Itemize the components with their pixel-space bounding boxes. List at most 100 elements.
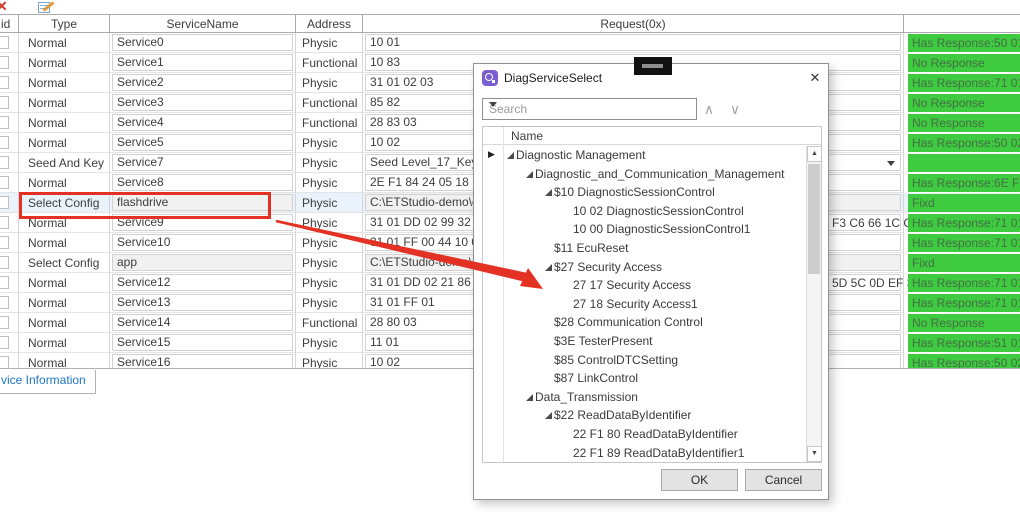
delete-icon[interactable]: ✕ [0, 0, 8, 15]
tree-item[interactable]: Data_Transmission [483, 388, 806, 407]
tree-item[interactable]: $27 Security Access [483, 258, 806, 277]
servicename-cell[interactable]: Service10 [110, 233, 296, 253]
id-box[interactable] [0, 296, 9, 309]
scroll-down-icon[interactable]: ▼ [807, 446, 822, 462]
id-cell[interactable] [0, 73, 19, 93]
id-cell[interactable] [0, 53, 19, 73]
servicename-input[interactable]: Service2 [112, 74, 293, 91]
servicename-input[interactable]: Service4 [112, 114, 293, 131]
address-cell[interactable]: Physic [296, 333, 363, 353]
type-cell[interactable]: Normal [19, 173, 110, 193]
id-cell[interactable] [0, 193, 19, 213]
servicename-input[interactable]: Service14 [112, 314, 293, 331]
tree-item[interactable]: $87 LinkControl [483, 369, 806, 388]
dropdown-arrow-icon[interactable] [489, 102, 497, 107]
id-box[interactable] [0, 316, 9, 329]
id-box[interactable] [0, 156, 9, 169]
type-cell[interactable]: Seed And Key [19, 153, 110, 173]
id-box[interactable] [0, 196, 9, 209]
id-cell[interactable] [0, 153, 19, 173]
servicename-cell[interactable]: Service3 [110, 93, 296, 113]
type-cell[interactable]: Normal [19, 53, 110, 73]
tree-item[interactable]: $22 ReadDataByIdentifier [483, 406, 806, 425]
servicename-input[interactable]: Service7 [112, 154, 293, 171]
type-cell[interactable]: Normal [19, 33, 110, 53]
servicename-input[interactable]: Service5 [112, 134, 293, 151]
type-cell[interactable]: Normal [19, 93, 110, 113]
servicename-cell[interactable]: Service15 [110, 333, 296, 353]
servicename-cell[interactable]: Service7 [110, 153, 296, 173]
address-cell[interactable]: Physic [296, 193, 363, 213]
type-cell[interactable]: Normal [19, 353, 110, 369]
servicename-input[interactable]: Service10 [112, 234, 293, 251]
tree-item[interactable]: 27 17 Security Access [483, 276, 806, 295]
id-box[interactable] [0, 276, 9, 289]
servicename-cell[interactable]: Service12 [110, 273, 296, 293]
type-cell[interactable]: Normal [19, 73, 110, 93]
scroll-up-icon[interactable]: ▲ [807, 146, 822, 162]
servicename-cell[interactable]: Service5 [110, 133, 296, 153]
servicename-input[interactable]: Service15 [112, 334, 293, 351]
address-cell[interactable]: Physic [296, 353, 363, 369]
id-box[interactable] [0, 176, 9, 189]
servicename-input[interactable]: Service3 [112, 94, 293, 111]
id-box[interactable] [0, 96, 9, 109]
close-icon[interactable]: ✕ [806, 69, 824, 87]
servicename-cell[interactable]: Service4 [110, 113, 296, 133]
id-box[interactable] [0, 56, 9, 69]
address-cell[interactable]: Functional [296, 93, 363, 113]
expander-icon[interactable] [507, 152, 514, 159]
type-cell[interactable]: Select Config [19, 253, 110, 273]
type-cell[interactable]: Normal [19, 133, 110, 153]
id-cell[interactable] [0, 253, 19, 273]
id-box[interactable] [0, 116, 9, 129]
servicename-input[interactable]: Service1 [112, 54, 293, 71]
id-cell[interactable] [0, 93, 19, 113]
servicename-input[interactable]: app [112, 254, 293, 271]
search-combobox[interactable]: Search [482, 98, 697, 120]
address-cell[interactable]: Functional [296, 113, 363, 133]
address-cell[interactable]: Functional [296, 53, 363, 73]
dropdown-arrow-icon[interactable] [887, 161, 895, 166]
tree-item[interactable]: Diagnostic Management [483, 146, 806, 165]
servicename-cell[interactable]: Service14 [110, 313, 296, 333]
table-row[interactable]: Normal Service0 Physic 10 01 Has Respons… [0, 33, 1020, 53]
address-cell[interactable]: Physic [296, 73, 363, 93]
id-cell[interactable] [0, 113, 19, 133]
request-input[interactable]: 10 01 [365, 34, 901, 51]
type-cell[interactable]: Normal [19, 233, 110, 253]
id-cell[interactable] [0, 213, 19, 233]
expander-icon[interactable] [526, 394, 533, 401]
tree-item[interactable]: $10 DiagnosticSessionControl [483, 183, 806, 202]
tree-item[interactable]: $3E TesterPresent [483, 332, 806, 351]
id-box[interactable] [0, 356, 9, 369]
servicename-cell[interactable]: Service16 [110, 353, 296, 369]
tree-item[interactable]: $28 Communication Control [483, 313, 806, 332]
servicename-input[interactable]: Service8 [112, 174, 293, 191]
id-box[interactable] [0, 336, 9, 349]
id-box[interactable] [0, 76, 9, 89]
type-cell[interactable]: Normal [19, 113, 110, 133]
address-cell[interactable]: Physic [296, 153, 363, 173]
id-cell[interactable] [0, 333, 19, 353]
type-cell[interactable]: Normal [19, 273, 110, 293]
search-next-button[interactable]: ∨ [726, 100, 744, 118]
servicename-input[interactable]: Service12 [112, 274, 293, 291]
expander-icon[interactable] [526, 171, 533, 178]
address-cell[interactable]: Physic [296, 253, 363, 273]
id-cell[interactable] [0, 353, 19, 369]
tab-service-information[interactable]: vice Information [0, 370, 96, 394]
address-cell[interactable]: Physic [296, 273, 363, 293]
id-cell[interactable] [0, 133, 19, 153]
expander-icon[interactable] [545, 264, 552, 271]
type-cell[interactable]: Normal [19, 293, 110, 313]
vertical-scrollbar[interactable]: ▲ ▼ [806, 146, 821, 462]
id-cell[interactable] [0, 273, 19, 293]
type-cell[interactable]: Normal [19, 313, 110, 333]
tree-item[interactable]: 27 18 Security Access1 [483, 295, 806, 314]
servicename-cell[interactable]: Service2 [110, 73, 296, 93]
servicename-cell[interactable]: Service8 [110, 173, 296, 193]
address-cell[interactable]: Functional [296, 313, 363, 333]
servicename-cell[interactable]: Service1 [110, 53, 296, 73]
type-cell[interactable]: Normal [19, 333, 110, 353]
